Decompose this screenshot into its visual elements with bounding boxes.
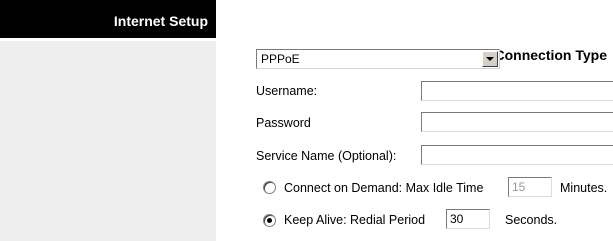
username-label: Username: bbox=[256, 84, 318, 98]
connection-type-value: PPPoE bbox=[261, 52, 300, 66]
password-input[interactable] bbox=[421, 112, 613, 132]
sidebar-divider bbox=[0, 38, 216, 41]
service-name-label: Service Name (Optional): bbox=[256, 149, 397, 163]
password-label: Password bbox=[256, 116, 311, 130]
minutes-unit-label: Minutes. bbox=[560, 181, 608, 195]
seconds-unit-label: Seconds. bbox=[505, 213, 558, 227]
service-name-input[interactable] bbox=[421, 145, 613, 165]
max-idle-time-input[interactable]: 15 bbox=[508, 177, 552, 197]
redial-period-input[interactable]: 30 bbox=[446, 209, 490, 229]
row-divider bbox=[239, 172, 613, 173]
radio-selected-dot bbox=[267, 218, 272, 223]
keep-alive-radio[interactable] bbox=[263, 214, 276, 227]
row-divider bbox=[239, 139, 613, 140]
row-divider bbox=[239, 204, 613, 205]
username-input[interactable] bbox=[421, 81, 613, 101]
chevron-down-icon bbox=[486, 57, 494, 61]
section-title: Internet Setup bbox=[113, 13, 208, 29]
connect-on-demand-radio[interactable] bbox=[263, 181, 276, 194]
dropdown-button[interactable] bbox=[482, 51, 498, 67]
row-divider bbox=[239, 108, 613, 109]
connection-type-select[interactable]: PPPoE bbox=[256, 49, 500, 69]
sidebar-edge-divider bbox=[216, 0, 218, 241]
connect-on-demand-label: Connect on Demand: Max Idle Time bbox=[284, 181, 484, 195]
row-divider bbox=[239, 77, 613, 78]
keep-alive-label: Keep Alive: Redial Period bbox=[284, 213, 426, 227]
sidebar-header: Internet Setup bbox=[0, 0, 216, 38]
